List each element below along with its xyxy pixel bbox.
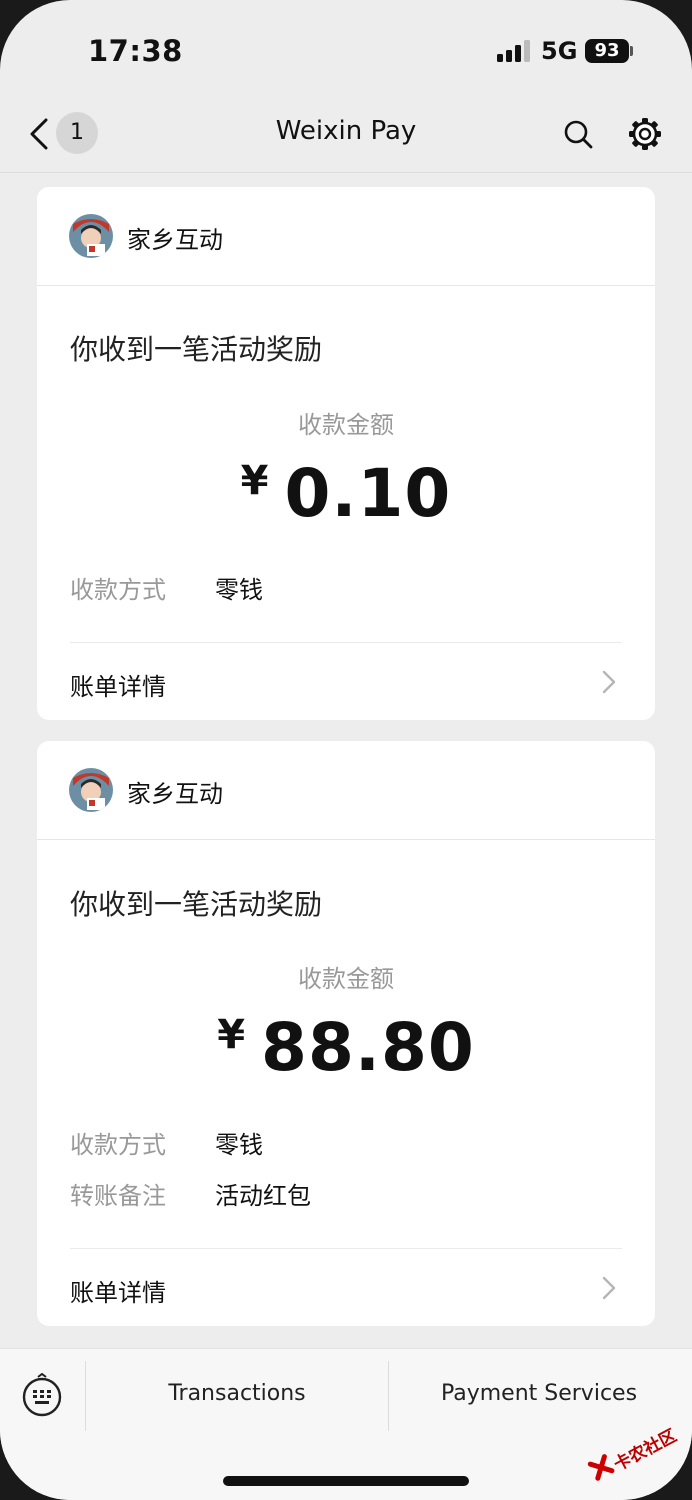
amount-value: ¥88.80 [37,1009,655,1086]
payment-method-value: 零钱 [215,576,263,604]
amount-number: 0.10 [284,455,452,532]
status-time: 17:38 [88,34,183,68]
home-indicator[interactable] [223,1476,469,1486]
chevron-right-icon [602,1276,616,1300]
payment-card: 家乡互动 你收到一笔活动奖励 收款金额 ¥88.80 收款方式 零钱 转账备注 … [37,741,655,1326]
gear-icon[interactable] [626,114,664,154]
card-header[interactable]: 家乡互动 [37,187,655,286]
payment-services-menu[interactable]: Payment Services [389,1381,689,1406]
amount-value: ¥0.10 [37,455,655,532]
amount-number: 88.80 [261,1009,475,1086]
transactions-menu[interactable]: Transactions [86,1381,388,1406]
bill-details-label: 账单详情 [70,1279,166,1307]
message-title: 你收到一笔活动奖励 [70,333,323,366]
payment-method-label: 收款方式 [70,1131,166,1159]
avatar [69,768,113,812]
bill-details-link[interactable]: 账单详情 [37,1253,655,1323]
chevron-right-icon [602,670,616,694]
network-type: 5G [541,37,578,65]
bill-details-link[interactable]: 账单详情 [37,647,655,717]
payment-method-label: 收款方式 [70,576,166,604]
battery-icon: 93 [585,39,629,63]
cellular-signal-icon [497,40,530,62]
message-title: 你收到一笔活动奖励 [70,888,323,921]
battery-tip [630,46,633,56]
currency-symbol: ¥ [240,458,269,504]
phone-screen: 17:38 5G 93 1 Weixin Pay 家乡互动 你收到一笔活动奖励 … [0,0,692,1500]
card-header[interactable]: 家乡互动 [37,741,655,840]
search-icon[interactable] [560,114,596,154]
transfer-note-label: 转账备注 [70,1182,166,1210]
payment-card: 家乡互动 你收到一笔活动奖励 收款金额 ¥0.10 收款方式 零钱 账单详情 [37,187,655,720]
sender-name: 家乡互动 [127,226,223,254]
bill-details-label: 账单详情 [70,673,166,701]
amount-label: 收款金额 [298,411,394,439]
payment-method-value: 零钱 [215,1131,263,1159]
divider [70,1248,622,1249]
transfer-note-value: 活动红包 [215,1182,311,1210]
sender-name: 家乡互动 [127,780,223,808]
divider [70,642,622,643]
nav-bar: 1 Weixin Pay [0,100,692,173]
keyboard-icon[interactable] [20,1373,64,1417]
status-bar: 17:38 5G 93 [0,0,692,100]
currency-symbol: ¥ [217,1012,246,1058]
avatar [69,214,113,258]
amount-label: 收款金额 [298,965,394,993]
